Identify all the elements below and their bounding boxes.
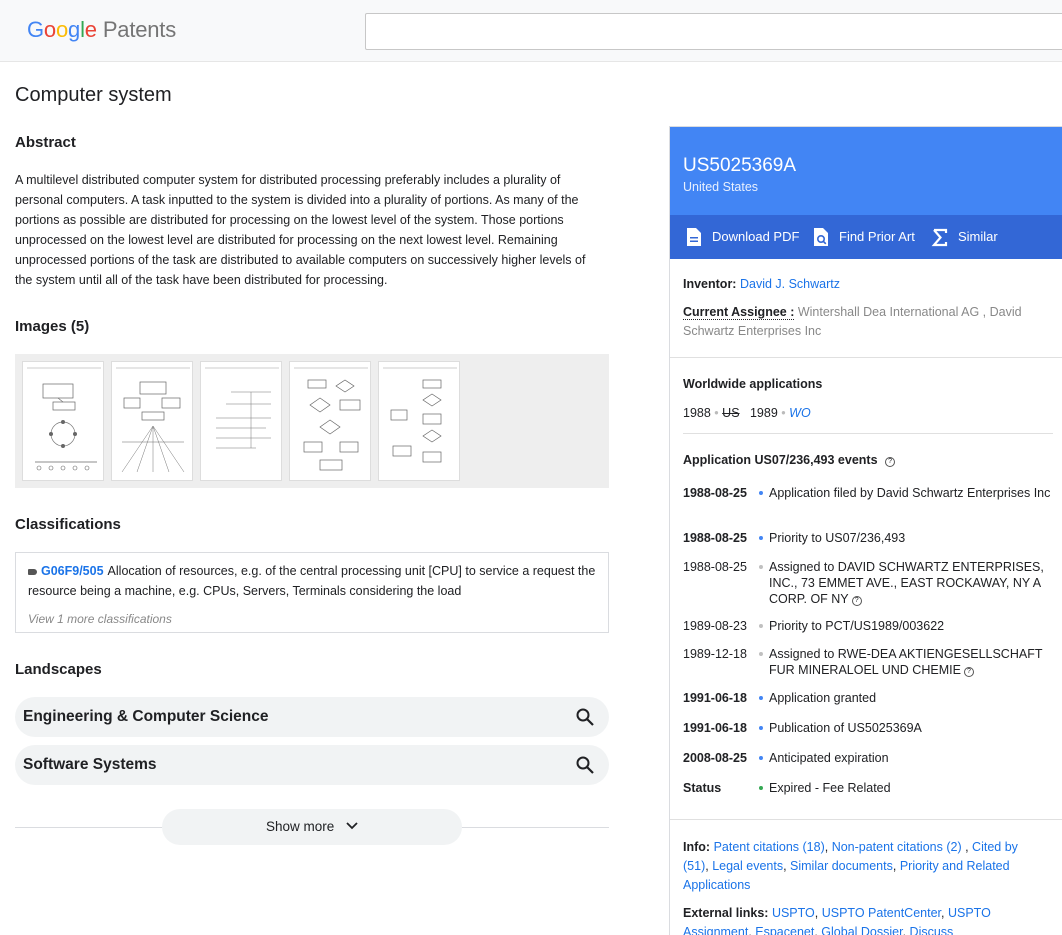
patent-citations-link[interactable]: Patent citations (18) [714, 840, 825, 854]
abstract-text: A multilevel distributed computer system… [15, 173, 586, 287]
chevron-down-icon [346, 822, 358, 830]
event-date: 1988-08-25 [683, 486, 747, 500]
worldwide-app-wo[interactable]: WO [789, 406, 811, 420]
search-icon[interactable] [575, 707, 595, 727]
inventor-link[interactable]: David J. Schwartz [740, 277, 840, 291]
info-links: Info: Patent citations (18), Non-patent … [683, 840, 1018, 892]
worldwide-applications-heading: Worldwide applications [683, 377, 823, 391]
patent-drawing-thumbnail[interactable] [22, 361, 104, 481]
assignee-row: Current Assignee : Wintershall Dea Inter… [683, 305, 1022, 338]
event-date: 1988-08-25 [683, 560, 747, 574]
tag-icon [28, 568, 37, 575]
worldwide-applications-list: 1988 • US 1989 • WO [683, 406, 811, 420]
pdf-document-icon [687, 228, 701, 246]
patent-country: United States [683, 180, 759, 194]
divider [683, 433, 1053, 434]
patent-number: US5025369A [683, 155, 797, 176]
google-patents-logo[interactable]: Google Patents [27, 17, 176, 43]
legal-events-link[interactable]: Legal events [712, 859, 783, 873]
patent-summary-panel: US5025369A United States Download PDF Fi… [669, 126, 1062, 935]
uspto-link[interactable]: USPTO [772, 906, 815, 920]
show-more-button[interactable]: Show more [162, 809, 462, 845]
sigma-icon [931, 228, 948, 247]
patent-drawing-thumbnail[interactable] [111, 361, 193, 481]
event-text: Assigned to DAVID SCHWARTZ ENTERPRISES, … [769, 560, 1044, 606]
inventor-row: Inventor: David J. Schwartz [683, 277, 840, 291]
timeline-dot [759, 652, 763, 656]
classification-code-link[interactable]: G06F9/505 [41, 564, 104, 578]
drawing-sheet-icon [205, 367, 279, 449]
top-bar: Google Patents [0, 0, 1062, 62]
search-input[interactable] [365, 13, 1062, 50]
divider [670, 819, 1062, 820]
external-links: External links: USPTO, USPTO PatentCente… [683, 904, 1043, 935]
event-text: Application filed by David Schwartz Ente… [769, 486, 1051, 500]
timeline-dot [759, 786, 763, 790]
event-date: 1991-06-18 [683, 691, 747, 705]
classifications-heading: Classifications [15, 516, 121, 533]
drawing-sheet-icon [116, 367, 190, 473]
landscape-label: Engineering & Computer Science [23, 708, 269, 725]
help-icon[interactable]: ? [851, 596, 862, 606]
non-patent-citations-link[interactable]: Non-patent citations (2) [832, 840, 962, 854]
event-date: 1988-08-25 [683, 531, 747, 545]
events-heading: Application US07/236,493 events ? [683, 451, 896, 470]
download-pdf-button[interactable]: Download PDF [685, 215, 800, 259]
abstract-heading: Abstract [15, 134, 76, 151]
patent-header: US5025369A United States Download PDF Fi… [670, 127, 1062, 259]
event-text: Application granted [769, 691, 877, 705]
drawing-sheet-icon [27, 367, 101, 471]
classification-description: Allocation of resources, e.g. of the cen… [28, 564, 596, 598]
landscape-label: Software Systems [23, 756, 157, 773]
event-date: Status [683, 781, 722, 795]
event-text: Anticipated expiration [769, 751, 889, 765]
similar-documents-link[interactable]: Similar documents [790, 859, 893, 873]
timeline-dot [759, 565, 763, 569]
similar-button[interactable]: Similar [931, 215, 1011, 259]
image-carousel [15, 354, 609, 488]
timeline-dot [759, 491, 763, 495]
event-date: 1989-08-23 [683, 619, 747, 633]
timeline-dot [759, 726, 763, 730]
page-title: Computer system [15, 84, 172, 106]
event-text: Expired - Fee Related [769, 781, 891, 795]
discuss-link[interactable]: Discuss [910, 925, 954, 935]
landscape-chip-engineering[interactable]: Engineering & Computer Science [15, 697, 609, 737]
patent-drawing-thumbnail[interactable] [378, 361, 460, 481]
landscape-chip-software[interactable]: Software Systems [15, 745, 609, 785]
classifications-box: G06F9/505 Allocation of resources, e.g. o… [15, 552, 609, 633]
event-text: Assigned to RWE-DEA AKTIENGESELLSCHAFT F… [769, 647, 1043, 677]
worldwide-app-us[interactable]: US [722, 406, 739, 420]
find-prior-art-button[interactable]: Find Prior Art [812, 215, 922, 259]
drawing-sheet-icon [383, 367, 457, 463]
action-bar: Download PDF Find Prior Art Similar [670, 215, 1062, 259]
document-search-icon [814, 228, 828, 246]
event-text: Priority to PCT/US1989/003622 [769, 619, 945, 633]
drawing-sheet-icon [294, 367, 368, 471]
event-date: 2008-08-25 [683, 751, 747, 765]
event-text: Priority to US07/236,493 [769, 531, 906, 545]
classification-entry: G06F9/505 Allocation of resources, e.g. o… [28, 561, 598, 601]
help-icon[interactable]: ? [963, 667, 974, 677]
timeline-dot [759, 696, 763, 700]
event-date: 1991-06-18 [683, 721, 747, 735]
divider [670, 357, 1062, 358]
landscapes-heading: Landscapes [15, 661, 102, 678]
images-heading: Images (5) [15, 318, 90, 335]
timeline-dot [759, 624, 763, 628]
timeline-dot [759, 536, 763, 540]
help-icon[interactable]: ? [885, 457, 896, 467]
espacenet-link[interactable]: Espacenet [755, 925, 814, 935]
uspto-patentcenter-link[interactable]: USPTO PatentCenter [822, 906, 941, 920]
timeline-dot [759, 756, 763, 760]
search-icon[interactable] [575, 755, 595, 775]
patent-drawing-thumbnail[interactable] [289, 361, 371, 481]
view-more-classifications-link[interactable]: View 1 more classifications [28, 612, 172, 626]
event-date: 1989-12-18 [683, 647, 747, 661]
patent-drawing-thumbnail[interactable] [200, 361, 282, 481]
event-text: Publication of US5025369A [769, 721, 922, 735]
global-dossier-link[interactable]: Global Dossier [821, 925, 902, 935]
